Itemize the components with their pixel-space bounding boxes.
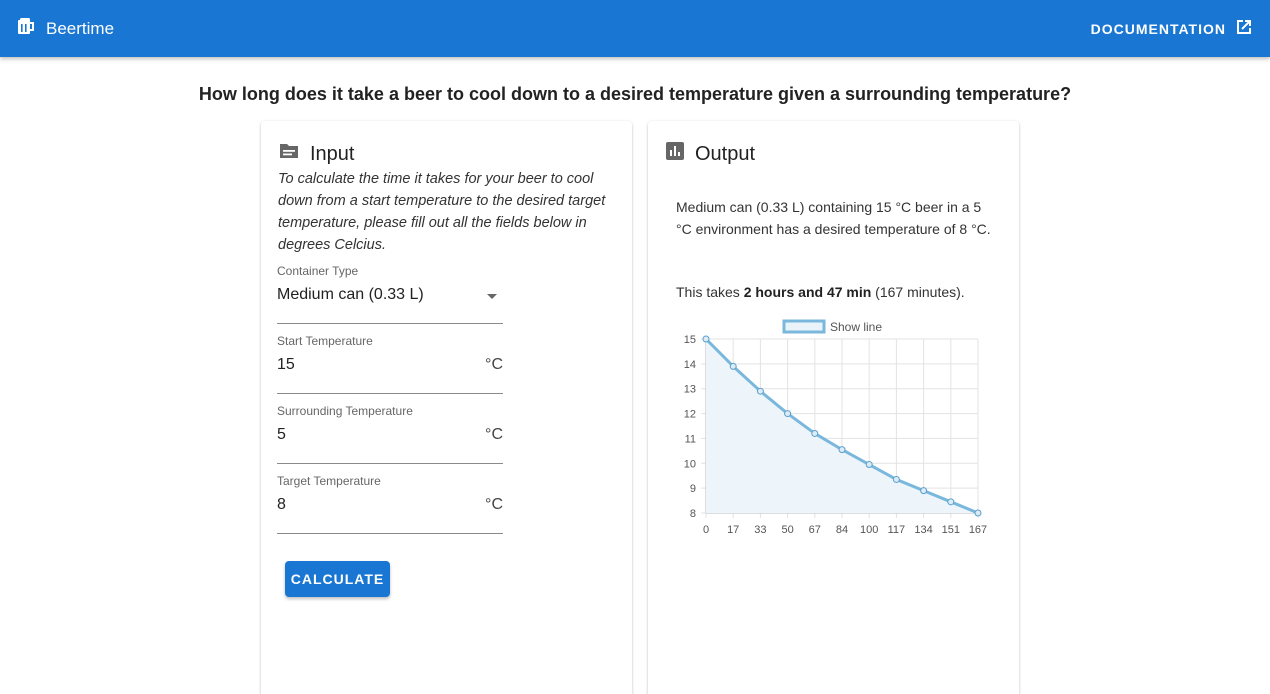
input-description: To calculate the time it takes for your …: [278, 171, 606, 253]
app-bar: Beertime DOCUMENTATION: [0, 0, 1270, 57]
data-point: [784, 410, 792, 418]
start-temperature-label: Start Temperature: [277, 334, 373, 348]
surrounding-temperature-field[interactable]: Surrounding Temperature 5 °C: [277, 404, 503, 464]
container-type-value: Medium can (0.33 L): [277, 286, 424, 303]
calculate-button[interactable]: CALCULATE: [285, 561, 390, 597]
target-temperature-unit: °C: [485, 496, 503, 513]
target-temperature-field[interactable]: Target Temperature 8 °C: [277, 474, 503, 534]
output-time-prefix: This takes: [676, 284, 744, 300]
surrounding-temperature-unit: °C: [485, 426, 503, 443]
y-tick-label: 8: [690, 508, 696, 520]
output-summary: Medium can (0.33 L) containing 15 °C bee…: [676, 199, 991, 237]
start-temperature-field[interactable]: Start Temperature 15 °C: [277, 334, 503, 394]
input-card: Input To calculate the time it takes for…: [261, 121, 632, 694]
y-tick-label: 10: [684, 458, 696, 470]
y-tick-label: 9: [690, 483, 696, 495]
start-temperature-unit: °C: [485, 356, 503, 373]
output-card: Output Medium can (0.33 L) containing 15…: [648, 121, 1019, 694]
x-tick-label: 100: [860, 524, 878, 536]
data-point: [865, 461, 873, 469]
data-point: [838, 446, 846, 454]
y-tick-label: 15: [684, 334, 696, 346]
data-point: [811, 429, 819, 437]
input-title-text: Input: [310, 142, 355, 165]
output-card-title: Output: [665, 141, 755, 167]
x-tick-label: 117: [888, 524, 906, 536]
start-temperature-value[interactable]: 15: [277, 356, 295, 374]
dropdown-arrow-icon[interactable]: [487, 294, 497, 299]
x-tick-label: 134: [914, 524, 932, 536]
output-title-text: Output: [695, 142, 756, 165]
output-time: This takes 2 hours and 47 min (167 minut…: [676, 284, 1006, 300]
data-point: [756, 387, 764, 395]
bar-chart-icon: [665, 141, 685, 167]
cooling-chart: 15 14 13 12 11 10 9 80 17 33 50 67 84 100 117 134 151 167…: [684, 319, 987, 536]
data-point: [729, 362, 737, 370]
data-point: [702, 335, 710, 343]
container-type-label: Container Type: [277, 264, 359, 278]
data-point: [892, 475, 900, 483]
y-tick-label: 11: [685, 433, 696, 445]
beer-mug-icon: [16, 16, 36, 41]
legend-label[interactable]: Show line: [830, 320, 882, 334]
surrounding-temperature-value[interactable]: 5: [277, 426, 286, 444]
legend-swatch[interactable]: [782, 319, 826, 334]
app-title: Beertime: [46, 18, 115, 38]
output-time-suffix: (167 minutes).: [871, 284, 965, 300]
x-tick-label: 84: [836, 524, 848, 536]
x-tick-label: 151: [942, 524, 960, 536]
brand[interactable]: Beertime: [16, 16, 114, 41]
target-temperature-value[interactable]: 8: [277, 496, 286, 514]
x-tick-label: 50: [781, 524, 793, 536]
container-type-select[interactable]: Container Type Medium can (0.33 L): [277, 264, 503, 324]
y-tick-label: 14: [684, 359, 696, 371]
y-tick-label: 13: [684, 384, 696, 396]
description-icon: [278, 141, 300, 167]
data-point: [920, 487, 928, 495]
target-temperature-label: Target Temperature: [277, 474, 381, 488]
y-tick-label: 12: [684, 409, 696, 421]
surrounding-temperature-label: Surrounding Temperature: [277, 404, 413, 418]
x-tick-label: 17: [727, 524, 739, 536]
x-tick-label: 0: [703, 524, 709, 536]
x-tick-label: 167: [969, 524, 987, 536]
documentation-label: DOCUMENTATION: [1090, 20, 1226, 37]
x-tick-label: 67: [809, 524, 821, 536]
input-card-title: Input: [278, 141, 354, 167]
output-time-bold: 2 hours and 47 min: [743, 284, 872, 300]
data-point: [947, 498, 955, 506]
open-in-new-icon: [1234, 17, 1254, 40]
documentation-link[interactable]: DOCUMENTATION: [1091, 17, 1254, 40]
page-headline: How long does it take a beer to cool dow…: [198, 84, 1072, 104]
data-point: [974, 509, 982, 517]
x-tick-label: 33: [754, 524, 766, 536]
